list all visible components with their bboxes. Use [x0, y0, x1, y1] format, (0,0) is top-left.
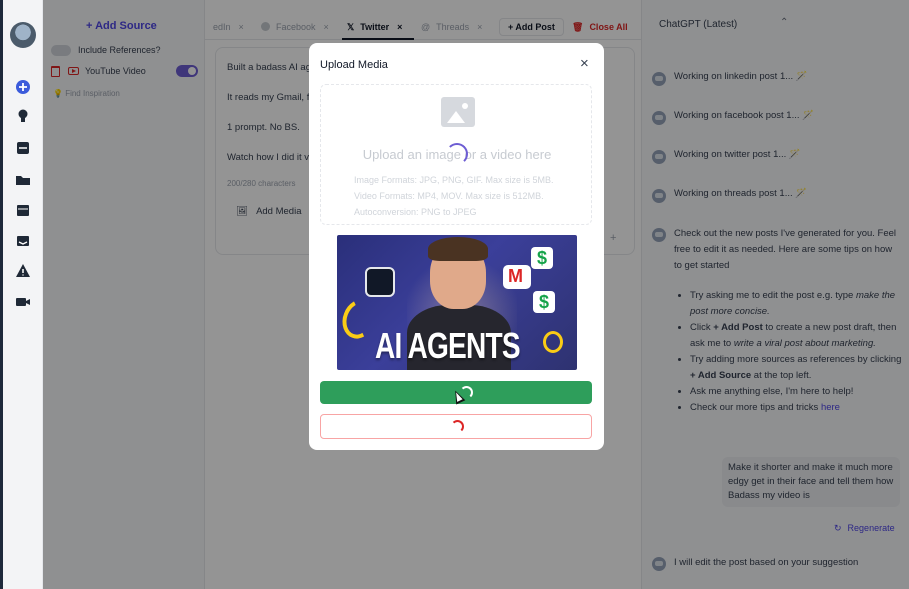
tray-icon[interactable]	[15, 233, 31, 249]
cancel-button[interactable]	[320, 414, 592, 439]
media-thumbnail: $ $ AI AGENTS	[337, 235, 577, 370]
avatar[interactable]	[10, 22, 36, 48]
folder-icon[interactable]	[15, 172, 31, 188]
person-hair	[428, 237, 488, 261]
modal-title: Upload Media	[320, 59, 388, 71]
calendar-icon[interactable]	[15, 202, 31, 218]
dropzone-info: Image Formats: JPG, PNG, GIF. Max size i…	[354, 175, 554, 185]
loading-spinner	[446, 143, 468, 165]
gmail-icon	[503, 265, 531, 289]
dollar-icon: $	[531, 247, 553, 269]
lightbulb-icon	[543, 331, 563, 353]
thumbnail-title: AI AGENTS	[375, 325, 521, 366]
upload-dropzone[interactable]: Upload an image or a video here Image Fo…	[320, 84, 592, 225]
inbox-icon[interactable]	[15, 140, 31, 156]
video-icon[interactable]	[15, 294, 31, 310]
warning-icon[interactable]	[15, 263, 31, 279]
icon-rail	[3, 0, 43, 589]
lightbulb-icon[interactable]	[15, 108, 31, 124]
close-icon[interactable]: ×	[580, 55, 589, 72]
dropzone-info: Autoconversion: PNG to JPEG	[354, 207, 477, 217]
loading-spinner	[451, 420, 464, 433]
app-icon	[365, 267, 395, 297]
dropzone-info: Video Formats: MP4, MOV. Max size is 512…	[354, 191, 544, 201]
image-icon	[441, 97, 475, 127]
plus-circle-icon[interactable]	[15, 79, 31, 95]
dollar-icon: $	[533, 291, 555, 313]
